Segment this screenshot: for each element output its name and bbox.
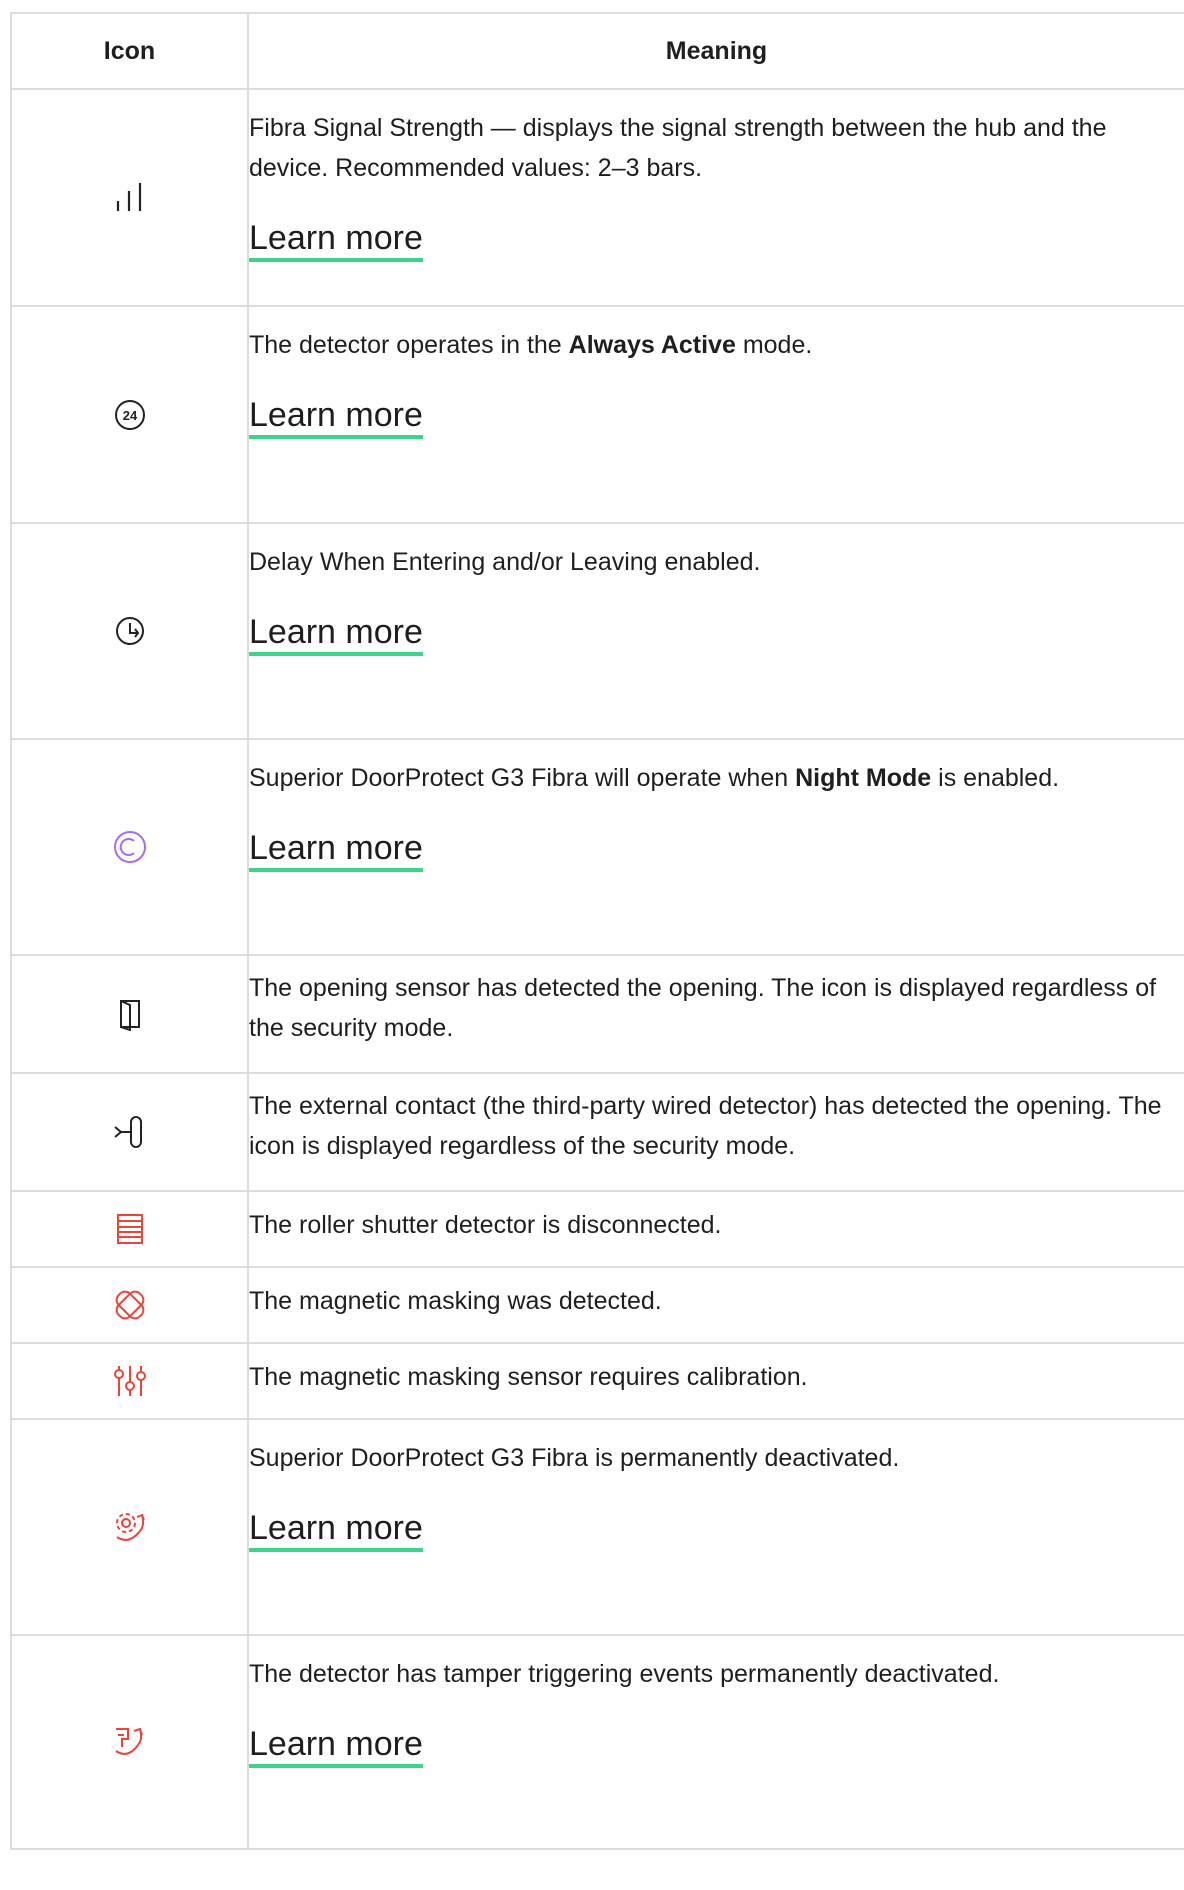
meaning-column-header: Meaning — [247, 12, 1184, 90]
table-row: The roller shutter detector is disconnec… — [10, 1190, 1184, 1268]
meaning-cell: The roller shutter detector is disconnec… — [247, 1190, 1184, 1268]
meaning-cell: The detector operates in the Always Acti… — [247, 305, 1184, 524]
icon-meaning-table: Icon Meaning Fibra Signal Strength — dis… — [10, 12, 1184, 1850]
delay-timer-icon — [113, 617, 147, 645]
meaning-cell: The opening sensor has detected the open… — [247, 954, 1184, 1074]
meaning-cell: The magnetic masking sensor requires cal… — [247, 1342, 1184, 1420]
permanently-deactivated-icon — [111, 1513, 149, 1541]
meaning-cell: Delay When Entering and/or Leaving enabl… — [247, 522, 1184, 740]
row-description: The opening sensor has detected the open… — [249, 974, 1157, 1042]
table-row: 24 The detector operates in the Always A… — [10, 305, 1184, 524]
calibration-sliders-icon — [112, 1366, 148, 1396]
icon-cell — [10, 1266, 249, 1344]
row-description: Delay When Entering and/or Leaving enabl… — [249, 548, 761, 576]
icon-cell — [10, 954, 249, 1074]
night-mode-icon — [112, 831, 148, 863]
meaning-cell: Superior DoorProtect G3 Fibra is permane… — [247, 1418, 1184, 1636]
learn-more-link[interactable]: Learn more — [249, 395, 423, 439]
icon-cell — [10, 1634, 249, 1850]
row-description: Superior DoorProtect G3 Fibra is permane… — [249, 1444, 900, 1472]
icon-column-header: Icon — [10, 12, 249, 90]
external-contact-icon — [113, 1116, 147, 1148]
always-active-label: 24 — [122, 408, 137, 423]
icon-cell — [10, 88, 249, 307]
learn-more-link[interactable]: Learn more — [249, 1724, 423, 1768]
roller-shutter-icon — [114, 1214, 146, 1244]
row-description: The magnetic masking sensor requires cal… — [249, 1363, 808, 1391]
learn-more-link[interactable]: Learn more — [249, 218, 423, 262]
row-description: The detector has tamper triggering event… — [249, 1660, 1000, 1688]
row-description: The external contact (the third-party wi… — [249, 1092, 1162, 1160]
row-description: The roller shutter detector is disconnec… — [249, 1211, 722, 1239]
learn-more-link[interactable]: Learn more — [249, 828, 423, 872]
icon-cell — [10, 1190, 249, 1268]
magnetic-masking-icon — [113, 1290, 147, 1320]
table-row: Delay When Entering and/or Leaving enabl… — [10, 522, 1184, 740]
table-row: The magnetic masking was detected. — [10, 1266, 1184, 1344]
table-row: The magnetic masking sensor requires cal… — [10, 1342, 1184, 1420]
table-header-row: Icon Meaning — [10, 12, 1184, 90]
table-row: The external contact (the third-party wi… — [10, 1072, 1184, 1192]
icon-cell — [10, 1342, 249, 1420]
icon-cell — [10, 1418, 249, 1636]
door-open-icon — [117, 1000, 143, 1031]
learn-more-link[interactable]: Learn more — [249, 612, 423, 656]
meaning-cell: The external contact (the third-party wi… — [247, 1072, 1184, 1192]
icon-cell — [10, 738, 249, 956]
table-row: Fibra Signal Strength — displays the sig… — [10, 88, 1184, 307]
meaning-cell: Superior DoorProtect G3 Fibra will opera… — [247, 738, 1184, 956]
table-row: Superior DoorProtect G3 Fibra will opera… — [10, 738, 1184, 956]
learn-more-link[interactable]: Learn more — [249, 1508, 423, 1552]
meaning-cell: Fibra Signal Strength — displays the sig… — [247, 88, 1184, 307]
icon-cell — [10, 1072, 249, 1192]
row-description: The detector operates in the Always Acti… — [249, 331, 813, 359]
tamper-deactivated-icon — [112, 1727, 148, 1755]
always-active-24-icon: 24 — [113, 399, 147, 430]
table-row: The detector has tamper triggering event… — [10, 1634, 1184, 1850]
row-description: Fibra Signal Strength — displays the sig… — [249, 114, 1107, 182]
table-row: Superior DoorProtect G3 Fibra is permane… — [10, 1418, 1184, 1636]
icon-cell — [10, 522, 249, 740]
icon-cell: 24 — [10, 305, 249, 524]
table-row: The opening sensor has detected the open… — [10, 954, 1184, 1074]
meaning-cell: The magnetic masking was detected. — [247, 1266, 1184, 1344]
signal-strength-icon — [112, 182, 148, 211]
meaning-cell: The detector has tamper triggering event… — [247, 1634, 1184, 1850]
row-description: The magnetic masking was detected. — [249, 1287, 662, 1315]
row-description: Superior DoorProtect G3 Fibra will opera… — [249, 764, 1060, 792]
